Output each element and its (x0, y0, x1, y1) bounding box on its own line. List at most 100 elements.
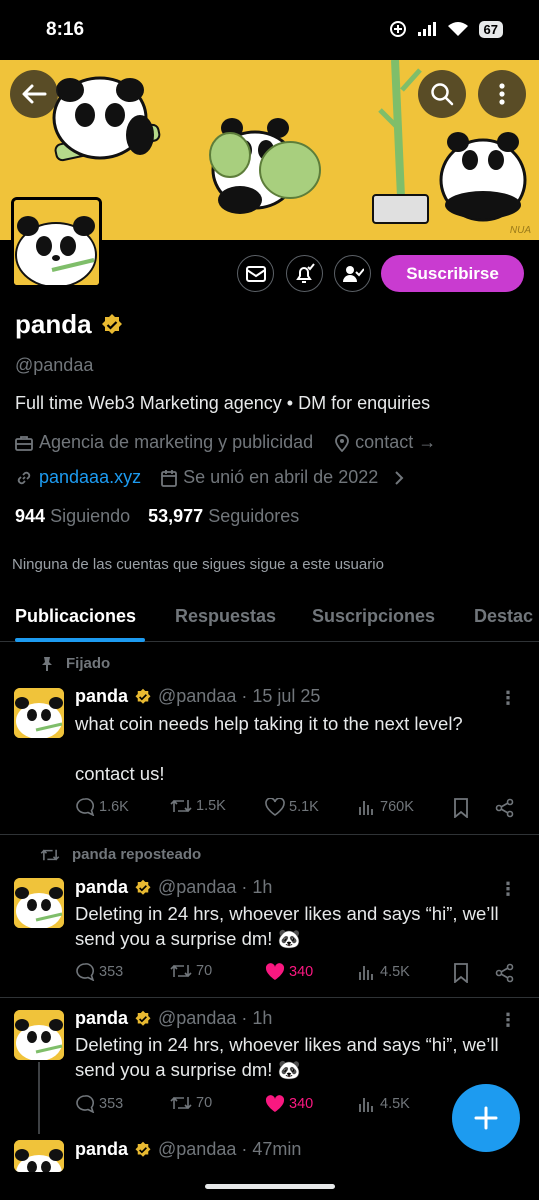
active-tab-indicator (15, 638, 145, 642)
profile-name: panda (15, 309, 124, 340)
join-date: Se unió en abril de 2022 (183, 467, 379, 487)
post-more-button[interactable]: ⋮ (499, 1010, 517, 1031)
verified-badge-icon (134, 1141, 152, 1159)
location-icon (335, 433, 350, 452)
post-text: Deleting in 24 hrs, whoever likes and sa… (75, 1032, 525, 1082)
post-author-name[interactable]: panda (75, 686, 128, 707)
reply-icon (75, 798, 95, 816)
views-button[interactable]: 760K (358, 798, 414, 816)
share-button[interactable] (495, 963, 515, 983)
wifi-icon (447, 21, 469, 37)
more-options-button[interactable] (478, 70, 526, 118)
share-button[interactable] (495, 798, 515, 818)
following-button[interactable] (334, 255, 371, 292)
post-avatar[interactable] (14, 1140, 64, 1172)
post-avatar[interactable] (14, 878, 64, 928)
following-stat[interactable]: 944 Siguiendo (15, 506, 130, 527)
reply-button[interactable]: 1.6K (75, 798, 129, 816)
repost-button[interactable]: 1.5K (170, 798, 226, 814)
bookmark-button[interactable] (453, 798, 469, 818)
post-avatar[interactable] (14, 1010, 64, 1060)
repost-button[interactable]: 70 (170, 1095, 212, 1111)
tab-subscriptions[interactable]: Suscripciones (312, 606, 435, 627)
pin-icon (40, 656, 54, 672)
home-indicator[interactable] (205, 1184, 335, 1189)
followers-label: Seguidores (208, 506, 300, 526)
bookmark-button[interactable] (453, 963, 469, 983)
post-text: Deleting in 24 hrs, whoever likes and sa… (75, 901, 525, 951)
post-avatar[interactable] (14, 688, 64, 738)
back-button[interactable] (10, 70, 58, 118)
chevron-right-icon[interactable] (394, 470, 404, 486)
pinned-text: Fijado (66, 655, 111, 672)
post-actions: 353 70 340 4.5K (75, 963, 520, 987)
post-text-line: send you a surprise dm! 🐼 (75, 1059, 301, 1080)
post-text-line: contact us! (75, 763, 165, 784)
verified-badge-icon[interactable] (100, 313, 124, 337)
tab-replies[interactable]: Respuestas (175, 606, 276, 627)
followers-stat[interactable]: 53,977 Seguidores (148, 506, 299, 527)
like-count: 340 (289, 1096, 314, 1112)
repost-button[interactable]: 70 (170, 963, 212, 979)
views-count: 4.5K (380, 1096, 410, 1112)
post-author-name[interactable]: panda (75, 1139, 128, 1160)
search-button[interactable] (418, 70, 466, 118)
repost-context-text: panda reposteado (72, 846, 202, 863)
post-meta: @pandaa · 1h (158, 877, 273, 897)
post-meta: @pandaa · 47min (158, 1139, 302, 1159)
repost-icon (170, 798, 192, 814)
views-button[interactable]: 4.5K (358, 1095, 410, 1113)
contact-link[interactable]: contact → (355, 432, 436, 453)
notifications-button[interactable] (286, 255, 323, 292)
post-text-line: Deleting in 24 hrs, whoever likes and sa… (75, 903, 499, 924)
message-button[interactable] (237, 255, 274, 292)
plus-icon (474, 1106, 498, 1130)
profile-bio: Full time Web3 Marketing agency • DM for… (15, 393, 431, 413)
like-button[interactable]: 5.1K (265, 798, 319, 816)
back-arrow-icon (21, 83, 47, 105)
post-actions: 1.6K 1.5K 5.1K 760K (75, 798, 520, 822)
followed-by-note: Ninguna de las cuentas que sigues sigue … (12, 556, 384, 573)
tab-highlights[interactable]: Destac (474, 606, 533, 627)
profile-handle: @pandaa (15, 355, 94, 375)
following-count: 944 (15, 506, 46, 526)
follow-stats: 944 Siguiendo 53,977 Seguidores (15, 506, 299, 527)
post-author-name[interactable]: panda (75, 877, 128, 898)
post-meta: @pandaa · 15 jul 25 (158, 686, 321, 706)
repost-icon (170, 1095, 192, 1111)
panda-avatar-image (14, 688, 64, 738)
thread-connector (38, 1062, 40, 1134)
views-icon (358, 963, 376, 981)
tab-posts[interactable]: Publicaciones (15, 606, 136, 627)
post-more-button[interactable]: ⋮ (499, 879, 517, 900)
profile-name-text: panda (15, 309, 92, 339)
repost-context: panda reposteado (40, 846, 201, 863)
views-icon (358, 1095, 376, 1113)
reply-button[interactable]: 353 (75, 1095, 123, 1113)
like-button[interactable]: 340 (265, 1095, 313, 1113)
followers-count: 53,977 (148, 506, 204, 526)
repost-icon (170, 963, 192, 979)
post-header: panda @pandaa · 15 jul 25 (75, 686, 320, 707)
repost-count: 70 (196, 963, 213, 979)
like-button[interactable]: 340 (265, 963, 313, 981)
signal-icon (417, 21, 437, 37)
views-button[interactable]: 4.5K (358, 963, 410, 981)
post-meta: @pandaa · 1h (158, 1008, 273, 1028)
repost-count: 1.5K (196, 798, 226, 814)
status-icons: 67 (389, 20, 503, 38)
profile-meta-row-1: Agencia de marketing y publicidad contac… (15, 432, 436, 453)
panda-avatar-image (14, 1010, 64, 1060)
website-link[interactable]: pandaaa.xyz (39, 467, 141, 488)
status-bar: 8:16 67 (0, 0, 539, 60)
profile-avatar[interactable] (11, 197, 102, 288)
profile-tabs: Publicaciones Respuestas Suscripciones D… (0, 600, 539, 642)
more-vertical-icon (499, 83, 505, 105)
post-author-name[interactable]: panda (75, 1008, 128, 1029)
post-text: what coin needs help taking it to the ne… (75, 711, 525, 786)
post-more-button[interactable]: ⋮ (499, 688, 517, 709)
compose-button[interactable] (452, 1084, 520, 1152)
panda-avatar-image (14, 1140, 64, 1172)
subscribe-button[interactable]: Suscribirse (381, 255, 524, 292)
reply-button[interactable]: 353 (75, 963, 123, 981)
